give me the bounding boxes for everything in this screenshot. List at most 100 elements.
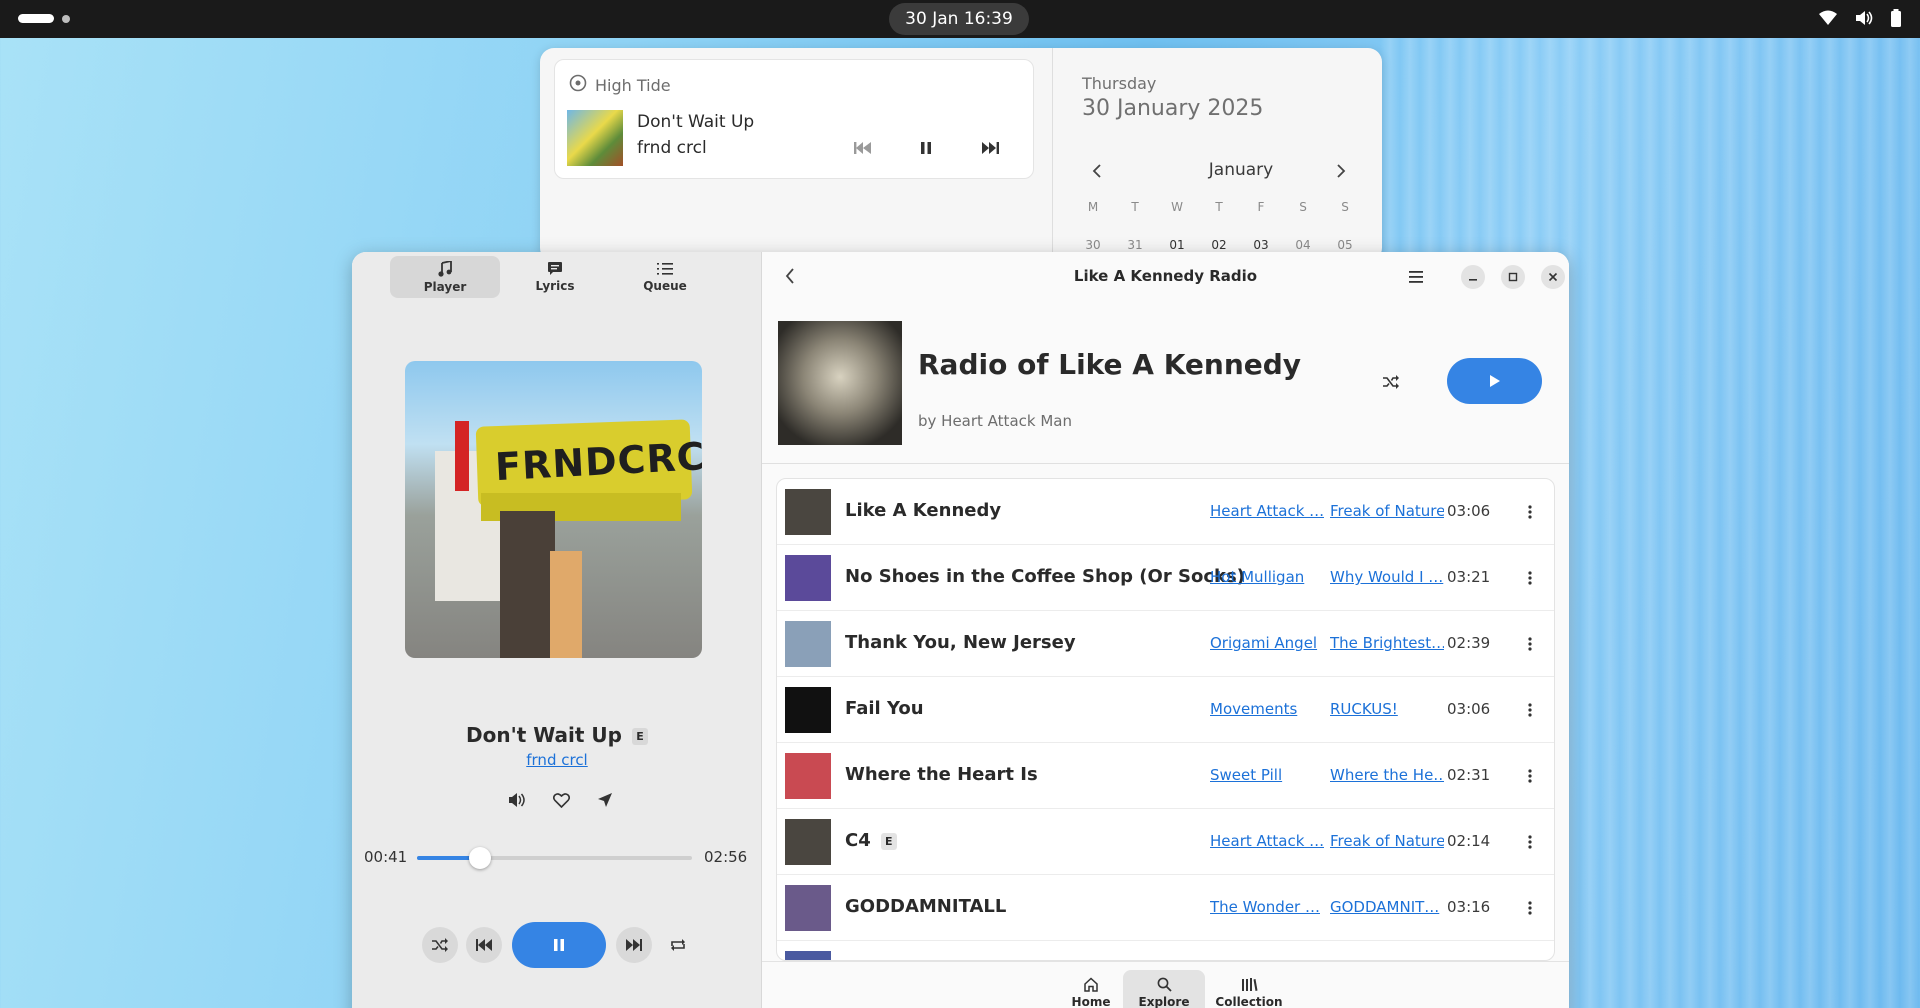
play-radio-button[interactable] (1447, 358, 1542, 404)
track-more-button[interactable] (1520, 698, 1540, 722)
share-button[interactable] (593, 788, 617, 812)
seek-slider[interactable] (417, 847, 692, 869)
nav-label: Collection (1215, 995, 1283, 1008)
workspace-dot (62, 14, 70, 23)
track-title: Fail You (845, 698, 924, 719)
track-row[interactable]: Like A Kennedy Heart Attack … Freak of Nat… (777, 479, 1554, 545)
more-vertical-icon (1528, 637, 1532, 651)
nav-home[interactable]: Home (1050, 970, 1132, 1008)
nav-collection[interactable]: Collection (1208, 970, 1290, 1008)
favorite-button[interactable] (549, 788, 573, 812)
repeat-icon (671, 939, 685, 951)
tab-queue[interactable]: Queue (610, 256, 720, 298)
maximize-button[interactable] (1501, 265, 1525, 289)
media-next-button[interactable] (978, 136, 1002, 160)
play-pause-button[interactable] (512, 922, 606, 968)
track-album-link[interactable]: RUCKUS! (1330, 700, 1444, 718)
calendar-prev-month-button[interactable] (1086, 160, 1108, 182)
tab-lyrics[interactable]: Lyrics (500, 256, 610, 298)
track-album-link[interactable]: The Brightest… (1330, 634, 1444, 652)
track-album-link[interactable]: Freak of Nature (1330, 832, 1444, 850)
track-album-link[interactable]: Freak of Nature (1330, 502, 1444, 520)
media-notification[interactable]: High Tide Don't Wait Up frnd crcl (554, 59, 1034, 179)
elapsed-time: 00:41 (364, 848, 408, 866)
track-album-link[interactable]: Where the He… (1330, 766, 1444, 784)
track-more-button[interactable] (1520, 896, 1540, 920)
track-more-button[interactable] (1520, 632, 1540, 656)
volume-icon (509, 793, 525, 807)
track-artist-link[interactable]: Sweet Pill (1210, 766, 1324, 784)
track-album-link[interactable]: Why Would I … (1330, 568, 1444, 586)
calendar-day[interactable]: 03 (1240, 238, 1282, 252)
track-artist-link[interactable]: Heart Attack … (1210, 502, 1324, 520)
calendar-day[interactable]: 30 (1072, 238, 1114, 252)
calendar-day[interactable]: 04 (1282, 238, 1324, 252)
main-menu-button[interactable] (1404, 265, 1428, 289)
track-row[interactable]: GODDAMNITALL The Wonder … GODDAMNIT… 03:16 (777, 875, 1554, 941)
media-previous-button[interactable] (851, 136, 875, 160)
nav-explore[interactable]: Explore (1123, 970, 1205, 1008)
tab-label: Lyrics (535, 279, 575, 293)
track-title: Where the Heart Is (845, 764, 1038, 785)
volume-icon (1854, 9, 1874, 27)
seek-knob[interactable] (469, 847, 492, 869)
tab-label: Queue (643, 278, 687, 293)
media-album-thumb (567, 110, 623, 166)
app-disc-icon (569, 74, 587, 96)
now-playing-artist-link[interactable]: frnd crcl (352, 751, 762, 769)
next-button[interactable] (616, 927, 652, 963)
track-artist-link[interactable]: Heart Attack … (1210, 832, 1324, 850)
calendar-popover: High Tide Don't Wait Up frnd crcl Thursd… (540, 48, 1382, 262)
track-thumbnail (785, 687, 831, 733)
tab-label: Player (423, 279, 467, 294)
wifi-icon (1818, 9, 1838, 27)
chevron-left-icon (1092, 164, 1101, 178)
song-actions (505, 788, 617, 812)
calendar-next-month-button[interactable] (1330, 160, 1352, 182)
maximize-icon (1508, 272, 1518, 282)
skip-back-icon (854, 142, 871, 154)
tab-player[interactable]: Player (390, 256, 500, 298)
media-pause-button[interactable] (914, 136, 938, 160)
minimize-button[interactable] (1461, 265, 1485, 289)
calendar-day[interactable]: 02 (1198, 238, 1240, 252)
calendar-weekday: Thursday (1082, 74, 1157, 93)
day-header: S (1299, 200, 1307, 214)
track-row[interactable]: Fail You Movements RUCKUS! 03:06 (777, 677, 1554, 743)
clock-button[interactable]: 30 Jan 16:39 (889, 3, 1029, 35)
track-artist-link[interactable]: Hot Mulligan (1210, 568, 1324, 586)
track-more-button[interactable] (1520, 566, 1540, 590)
track-duration: 03:16 (1447, 898, 1491, 916)
previous-button[interactable] (466, 927, 502, 963)
track-row[interactable]: C4 E Heart Attack … Freak of Nature 02:14 (777, 809, 1554, 875)
calendar-day[interactable]: 31 (1114, 238, 1156, 252)
album-art: FRNDCRCL (405, 361, 702, 658)
more-vertical-icon (1528, 769, 1532, 783)
system-tray[interactable] (1818, 9, 1902, 27)
track-more-button[interactable] (1520, 764, 1540, 788)
track-row[interactable] (777, 941, 1554, 960)
track-artist-link[interactable]: Origami Angel (1210, 634, 1324, 652)
repeat-button[interactable] (660, 927, 696, 963)
shuffle-play-button[interactable] (1379, 370, 1403, 394)
track-more-button[interactable] (1520, 500, 1540, 524)
close-button[interactable] (1541, 265, 1565, 289)
track-title-text: Where the Heart Is (845, 764, 1038, 785)
track-album-link[interactable]: GODDAMNIT… (1330, 898, 1444, 916)
transport-controls (422, 922, 696, 968)
track-artist-link[interactable]: Movements (1210, 700, 1324, 718)
high-tide-window: Player Lyrics Queue FRNDCRCL Don't Wait … (352, 252, 1569, 1008)
track-artist-link[interactable]: The Wonder … (1210, 898, 1324, 916)
divider (762, 463, 1569, 464)
shuffle-button[interactable] (422, 927, 458, 963)
calendar-day[interactable]: 05 (1324, 238, 1366, 252)
track-row[interactable]: No Shoes in the Coffee Shop (Or Socks) Ho… (777, 545, 1554, 611)
activities-indicator[interactable] (18, 14, 70, 23)
volume-button[interactable] (505, 788, 529, 812)
track-more-button[interactable] (1520, 830, 1540, 854)
total-time: 02:56 (704, 848, 748, 866)
calendar-day[interactable]: 01 (1156, 238, 1198, 252)
track-title: Thank You, New Jersey (845, 632, 1076, 653)
track-row[interactable]: Where the Heart Is Sweet Pill Where the He… (777, 743, 1554, 809)
track-row[interactable]: Thank You, New Jersey Origami Angel The Br… (777, 611, 1554, 677)
